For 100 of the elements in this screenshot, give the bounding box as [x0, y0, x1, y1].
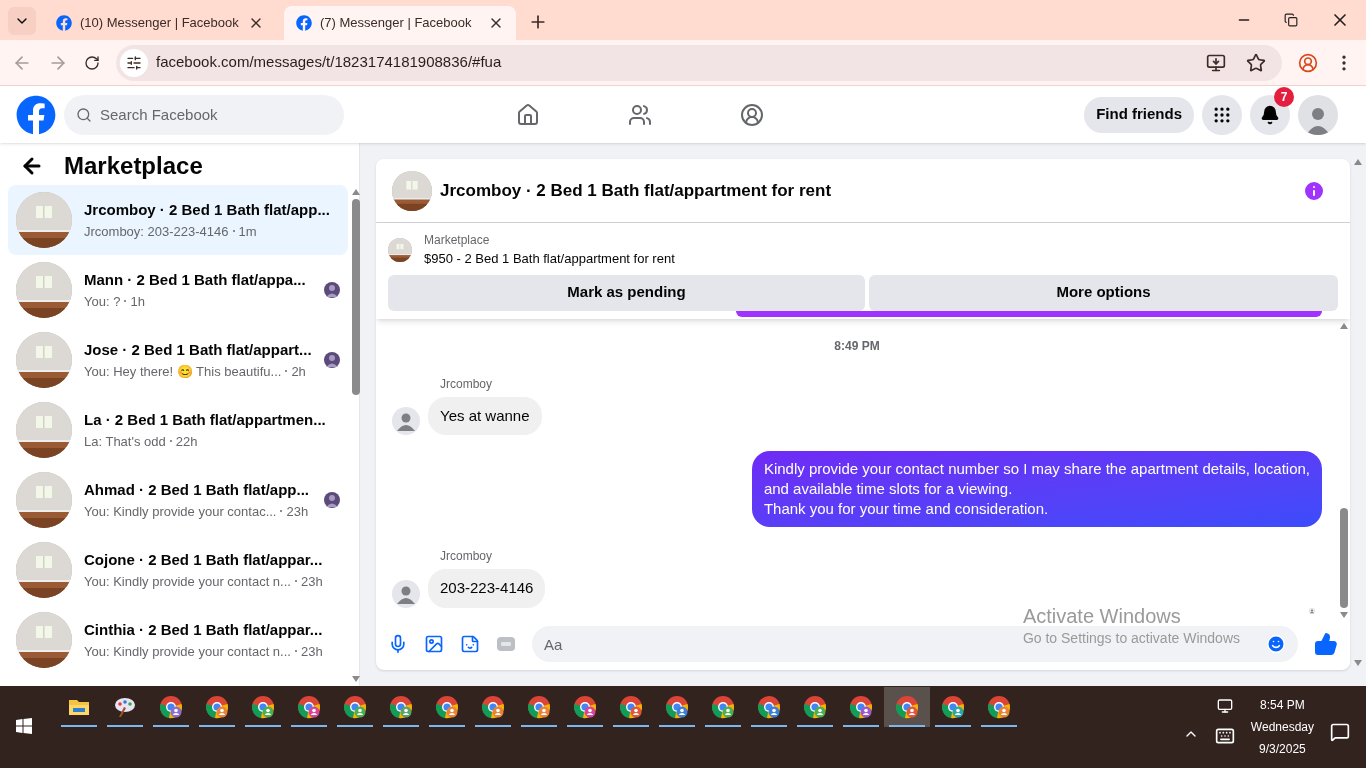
scroll-arrow-icon[interactable]	[351, 189, 360, 195]
browser-icon	[297, 695, 321, 719]
search-field[interactable]: Search Facebook	[64, 94, 344, 135]
conversation-item[interactable]: Ahmad · 2 Bed 1 Bath flat/app... You: Kindly provide your contac... 23h	[8, 465, 348, 535]
clock-day: Wednesday	[1250, 716, 1314, 738]
scroll-arrow-icon[interactable]	[1354, 159, 1362, 165]
conversation-item[interactable]: Jose · 2 Bed 1 Bath flat/appart... You: Hey there! 😊 This beautifu... 2h	[8, 325, 348, 395]
avatar-silhouette-icon	[392, 579, 420, 608]
bookmark-star-icon[interactable]	[1246, 52, 1266, 73]
tab-title: (10) Messenger | Facebook	[80, 14, 240, 33]
scroll-arrow-icon[interactable]	[1340, 612, 1348, 618]
conversation-time: 23h	[300, 642, 323, 661]
keyboard-icon[interactable]	[1214, 726, 1235, 746]
scroll-arrow-icon[interactable]	[1340, 322, 1348, 329]
palette-icon	[113, 695, 137, 719]
conversation-time: 23h	[286, 502, 309, 521]
conversation-preview: You: Kindly provide your contact n...	[84, 572, 291, 591]
photo-icon[interactable]	[424, 634, 444, 654]
friends-icon[interactable]	[628, 102, 652, 127]
browser-icon	[435, 695, 459, 719]
conversation-item[interactable]: Jrcomboy · 2 Bed 1 Bath flat/app... Jrcomboy: 203-223-4146 1m	[8, 185, 348, 255]
conversation-time: 1m	[238, 222, 257, 241]
scroll-arrow-icon[interactable]	[1354, 660, 1362, 666]
listing-description[interactable]: $950 - 2 Bed 1 Bath flat/appartment for rent	[424, 249, 675, 269]
listing-label: Marketplace	[424, 232, 491, 249]
conversation-title: Jose · 2 Bed 1 Bath flat/appart...	[84, 340, 312, 360]
microphone-icon[interactable]	[388, 634, 408, 654]
scrollbar-thumb[interactable]	[351, 199, 360, 395]
conversation-preview: You: Kindly provide your contact n...	[84, 642, 291, 661]
conversation-time: 1h	[130, 292, 145, 311]
sender-name: Jrcomboy	[440, 375, 493, 393]
browser-icon	[343, 695, 367, 719]
conversation-item[interactable]: La · 2 Bed 1 Bath flat/appartmen... La: That's odd 22h	[8, 395, 348, 465]
tab-title: (7) Messenger | Facebook	[320, 14, 473, 33]
scrollbar-thumb[interactable]	[1340, 508, 1348, 608]
restore-icon[interactable]	[1284, 13, 1298, 27]
notification-center-icon[interactable]	[1330, 722, 1350, 742]
bell-icon	[1260, 104, 1280, 125]
browser-icon	[527, 695, 551, 719]
browser-tab[interactable]: (7) Messenger | Facebook	[284, 6, 516, 40]
message-bubble: Yes at wanne	[428, 396, 542, 436]
browser-icon	[757, 695, 781, 719]
listing-action-button[interactable]: More options	[869, 274, 1338, 311]
sidebar-title: Marketplace	[64, 151, 203, 181]
message-bubble: Kindly provide your contact number so I may share the apartment details, location, and available time slots for a viewing. Thank you for your time and consideration.	[751, 451, 1322, 528]
browser-icon	[987, 695, 1011, 719]
activation-watermark-text: Go to Settings to activate Windows	[1022, 629, 1240, 648]
tab-search-button[interactable]	[8, 7, 36, 35]
conversation-preview: You: Hey there! 😊 This beautifu...	[84, 362, 282, 381]
browser-icon	[941, 695, 965, 719]
read-receipt-icon	[1306, 607, 1318, 614]
conversation-item[interactable]: Cinthia · 2 Bed 1 Bath flat/appar... You: Kindly provide your contact n... 23h	[8, 605, 348, 675]
conversation-title: Cojone · 2 Bed 1 Bath flat/appar...	[84, 550, 324, 570]
address-bar[interactable]: facebook.com/messages/t/1823174181908836/#fua	[116, 44, 1282, 81]
install-icon[interactable]	[1206, 52, 1226, 73]
home-icon[interactable]	[516, 102, 540, 127]
clock-time: 8:54 PM	[1260, 697, 1305, 714]
notifications-button[interactable]	[1250, 94, 1290, 135]
facebook-icon	[296, 15, 312, 31]
like-icon[interactable]	[1314, 632, 1338, 656]
browser-icon	[389, 695, 413, 719]
browser-icon	[803, 695, 827, 719]
conversation-preview: La: That's odd	[84, 432, 166, 451]
notification-badge: 7	[1274, 86, 1294, 107]
find-friends-button[interactable]: Find friends	[1084, 96, 1194, 133]
groups-icon[interactable]	[740, 102, 764, 127]
browser-tab[interactable]: (10) Messenger | Facebook	[44, 6, 276, 40]
message-timestamp: 8:49 PM	[834, 337, 880, 355]
conversation-time: 2h	[291, 362, 306, 381]
conversation-preview: You: Kindly provide your contac...	[84, 502, 277, 521]
facebook-logo[interactable]	[16, 94, 56, 135]
browser-icon	[159, 695, 183, 719]
url-text: facebook.com/messages/t/1823174181908836/#fua	[156, 52, 503, 73]
avatar-silhouette-icon	[392, 407, 420, 436]
browser-icon	[205, 695, 229, 719]
conversation-preview: Jrcomboy: 203-223-4146	[84, 222, 229, 241]
browser-icon	[481, 695, 505, 719]
network-icon[interactable]	[1216, 698, 1233, 714]
conversation-title: Ahmad · 2 Bed 1 Bath flat/app...	[84, 480, 311, 500]
conversation-item[interactable]: Mann · 2 Bed 1 Bath flat/appa... You: ? 1h	[8, 255, 348, 325]
browser-icon	[251, 695, 275, 719]
listing-action-button[interactable]: Mark as pending	[388, 274, 865, 311]
scroll-arrow-icon[interactable]	[351, 676, 360, 682]
browser-icon	[895, 695, 919, 719]
settings-icon	[126, 54, 142, 71]
message-bubble: 203-223-4146	[428, 569, 546, 608]
chat-title: Jrcomboy · 2 Bed 1 Bath flat/appartment for rent	[440, 179, 833, 202]
conversation-item[interactable]: Cojone · 2 Bed 1 Bath flat/appar... You: Kindly provide your contact n... 23h	[8, 535, 348, 605]
sticker-icon[interactable]	[460, 634, 480, 654]
account-button[interactable]	[1298, 94, 1338, 135]
windows-start-icon[interactable]	[16, 718, 32, 734]
conversation-title: Mann · 2 Bed 1 Bath flat/appa...	[84, 270, 307, 290]
facebook-icon	[56, 15, 72, 31]
site-settings-button[interactable]	[120, 48, 148, 77]
reload-icon[interactable]	[84, 54, 100, 71]
browser-icon	[573, 695, 597, 719]
conversation-title: Jrcomboy · 2 Bed 1 Bath flat/app...	[84, 200, 331, 220]
profile-icon[interactable]	[1298, 52, 1318, 73]
conversation-title: Cinthia · 2 Bed 1 Bath flat/appar...	[84, 620, 324, 640]
menu-button[interactable]	[1202, 94, 1242, 135]
